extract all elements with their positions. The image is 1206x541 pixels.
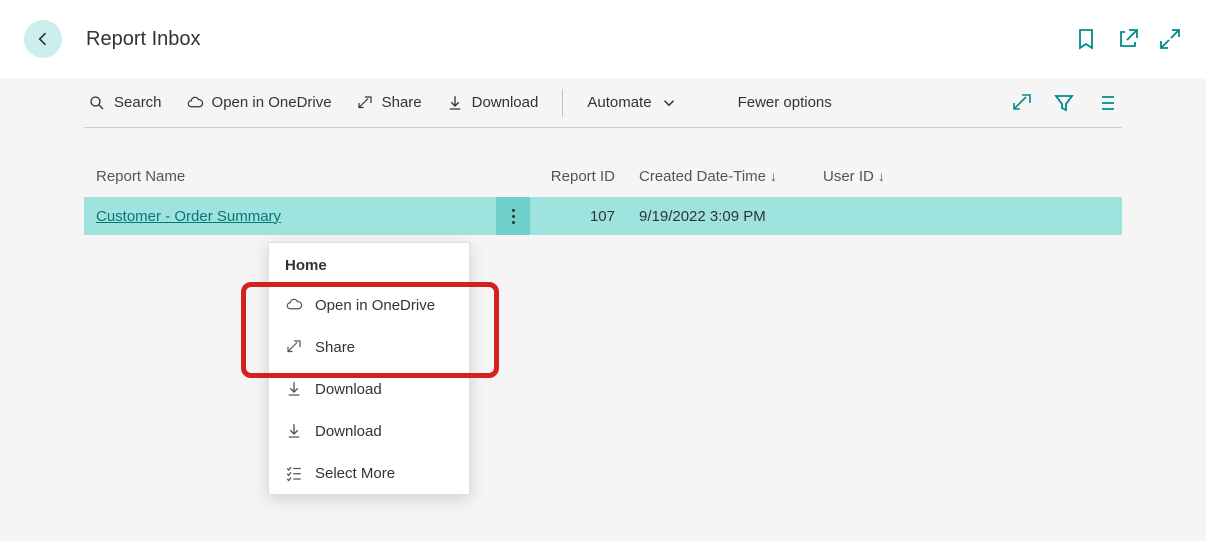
download-button[interactable]: Download — [446, 94, 539, 112]
chevron-down-icon — [660, 94, 678, 112]
header-user-id-label: User ID — [823, 168, 874, 185]
context-menu-header: Home — [269, 243, 469, 284]
table: Report Name Report ID Created Date-Time↓… — [84, 168, 1122, 235]
toolbar: Search Open in OneDrive Share Download A… — [84, 78, 1122, 128]
table-header-row: Report Name Report ID Created Date-Time↓… — [84, 168, 1122, 185]
ctx-open-onedrive[interactable]: Open in OneDrive — [269, 284, 469, 326]
back-button[interactable] — [24, 20, 62, 58]
toolbar-divider — [562, 89, 563, 117]
open-onedrive-label: Open in OneDrive — [212, 94, 332, 111]
header-report-name[interactable]: Report Name — [92, 168, 530, 185]
share-action-icon — [1010, 91, 1034, 115]
cloud-icon — [186, 94, 204, 112]
top-bar: Report Inbox — [0, 0, 1206, 78]
fewer-options-label: Fewer options — [738, 94, 832, 111]
report-id-cell: 107 — [530, 208, 615, 225]
sort-arrow-down-icon: ↓ — [770, 168, 777, 184]
ctx-select-more-label: Select More — [315, 465, 395, 482]
popout-icon — [1116, 27, 1140, 51]
table-row[interactable]: Customer - Order Summary 107 9/19/2022 3… — [84, 197, 1122, 235]
list-view-button[interactable] — [1094, 91, 1118, 115]
share-action-button[interactable] — [1010, 91, 1034, 115]
ctx-download-2-label: Download — [315, 423, 382, 440]
popout-button[interactable] — [1116, 27, 1140, 51]
back-arrow-icon — [33, 29, 53, 49]
bookmark-icon — [1074, 27, 1098, 51]
bookmark-button[interactable] — [1074, 27, 1098, 51]
download-icon — [446, 94, 464, 112]
ctx-download-1-label: Download — [315, 381, 382, 398]
created-date-cell: 9/19/2022 3:09 PM — [615, 208, 799, 225]
ctx-share-label: Share — [315, 339, 355, 356]
open-onedrive-button[interactable]: Open in OneDrive — [186, 94, 332, 112]
header-user-id[interactable]: User ID↓ — [799, 168, 919, 185]
fewer-options-button[interactable]: Fewer options — [738, 94, 832, 111]
download-icon — [285, 380, 303, 398]
search-icon — [88, 94, 106, 112]
download-icon — [285, 422, 303, 440]
page-title: Report Inbox — [86, 28, 201, 51]
kebab-icon — [512, 209, 515, 224]
cloud-icon — [285, 296, 303, 314]
ctx-open-onedrive-label: Open in OneDrive — [315, 297, 435, 314]
select-more-icon — [285, 464, 303, 482]
automate-label: Automate — [587, 94, 651, 111]
filter-icon — [1052, 91, 1076, 115]
header-created-date[interactable]: Created Date-Time↓ — [615, 168, 799, 185]
sort-arrow-down-icon: ↓ — [878, 168, 885, 184]
expand-icon — [1158, 27, 1182, 51]
share-icon — [285, 338, 303, 356]
share-button[interactable]: Share — [356, 94, 422, 112]
automate-button[interactable]: Automate — [587, 94, 677, 112]
ctx-download-2[interactable]: Download — [269, 410, 469, 452]
download-label: Download — [472, 94, 539, 111]
row-more-actions-button[interactable] — [496, 197, 530, 235]
ctx-download-1[interactable]: Download — [269, 368, 469, 410]
expand-button[interactable] — [1158, 27, 1182, 51]
search-label: Search — [114, 94, 162, 111]
ctx-share[interactable]: Share — [269, 326, 469, 368]
share-label: Share — [382, 94, 422, 111]
list-icon — [1094, 91, 1118, 115]
top-actions — [1074, 27, 1182, 51]
header-report-id[interactable]: Report ID — [530, 168, 615, 185]
report-name-link[interactable]: Customer - Order Summary — [92, 208, 440, 225]
context-menu: Home Open in OneDrive Share Download Dow… — [268, 242, 470, 495]
share-icon — [356, 94, 374, 112]
ctx-select-more[interactable]: Select More — [269, 452, 469, 494]
header-created-date-label: Created Date-Time — [639, 168, 766, 185]
filter-button[interactable] — [1052, 91, 1076, 115]
search-button[interactable]: Search — [88, 94, 162, 112]
